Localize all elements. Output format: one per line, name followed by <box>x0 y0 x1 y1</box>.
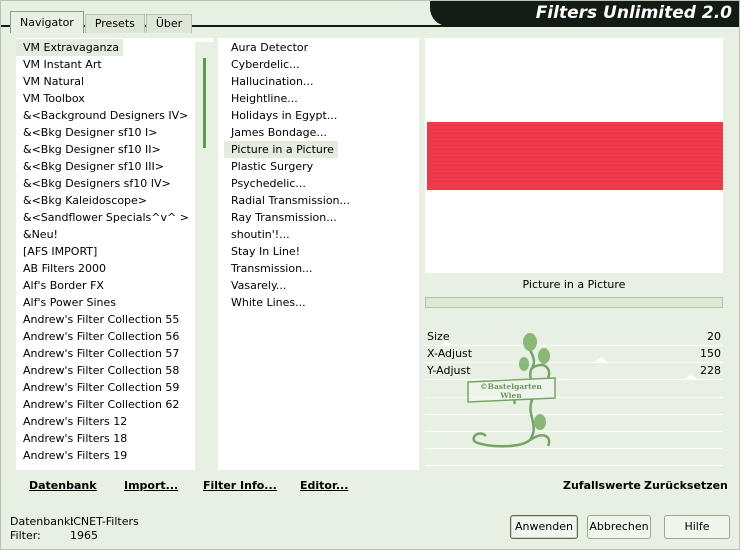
category-list-item[interactable]: VM Extravaganza <box>16 39 124 56</box>
category-list-item[interactable]: Andrew's Filter Collection 57 <box>16 345 213 362</box>
filter-list-item[interactable]: Vasarely... <box>224 277 419 294</box>
category-list-item[interactable]: &<Bkg Designer sf10 I> <box>16 124 213 141</box>
filter-list-item[interactable]: Picture in a Picture <box>224 141 338 158</box>
filter-list-item[interactable]: Plastic Surgery <box>224 158 419 175</box>
param-divider <box>425 465 723 466</box>
preview-image <box>427 122 723 190</box>
bastelgarten-watermark-logo: ©Bastelgarten Wien <box>467 333 556 448</box>
filter-list-item[interactable]: Transmission... <box>224 260 419 277</box>
datenbank-label: Datenbank <box>29 479 97 492</box>
watermark-text: ©Bastelgarten <box>480 382 542 391</box>
category-list-item[interactable]: Andrew's Filter Collection 55 <box>16 311 213 328</box>
category-list-item[interactable]: Andrew's Filter Collection 58 <box>16 362 213 379</box>
category-list-item[interactable]: &<Bkg Designer sf10 III> <box>16 158 213 175</box>
editor-label: Editor... <box>300 479 349 492</box>
category-list-item[interactable]: Andrew's Filters 19 <box>16 447 213 464</box>
category-list-item[interactable]: Andrew's Filters 18 <box>16 430 213 447</box>
category-list-item[interactable]: VM Natural <box>16 73 213 90</box>
zuruecksetzen-button[interactable]: Zurücksetzen <box>644 479 728 492</box>
tab-uber[interactable]: Über <box>145 14 193 33</box>
datenbank-button[interactable]: Datenbank <box>29 479 97 492</box>
preview-panel <box>425 38 723 273</box>
category-list-item[interactable]: Alf's Power Sines <box>16 294 213 311</box>
editor-button[interactable]: Editor... <box>300 479 348 492</box>
status-value: 1965 <box>70 529 98 542</box>
category-list-item[interactable]: VM Toolbox <box>16 90 213 107</box>
abbrechen-button[interactable]: Abbrechen <box>587 515 651 539</box>
filter-list-panel[interactable]: Aura Detector Cyberdelic... Hallucination.… <box>218 38 419 470</box>
category-list-item[interactable]: AB Filters 2000 <box>16 260 213 277</box>
category-list-item[interactable]: [AFS IMPORT] <box>16 243 213 260</box>
category-list-item[interactable]: VM Instant Art <box>16 56 213 73</box>
filter-list-item[interactable]: Cyberdelic... <box>224 56 419 73</box>
status-area: Datenbank:ICNET-Filters Filter: 1965 <box>10 515 139 543</box>
category-list-item[interactable]: &<Background Designers IV> <box>16 107 213 124</box>
filter-list-item[interactable]: Ray Transmission... <box>224 209 419 226</box>
status-value: ICNET-Filters <box>70 515 139 528</box>
filter-list-item[interactable]: White Lines... <box>224 294 419 311</box>
filter-list-item[interactable]: James Bondage... <box>224 124 419 141</box>
category-list-item[interactable]: &<Sandflower Specials^v^ > <box>16 209 213 226</box>
app-title: Filters Unlimited 2.0 <box>535 3 732 23</box>
import-label: Import... <box>124 479 179 492</box>
filter-list-item[interactable]: Psychedelic... <box>224 175 419 192</box>
zufallswerte-button[interactable]: Zufallswerte <box>563 479 641 492</box>
filter-list[interactable]: Aura Detector Cyberdelic... Hallucination.… <box>218 38 419 311</box>
category-list-item[interactable]: &<Bkg Kaleidoscope> <box>16 192 213 209</box>
category-list-panel[interactable]: VM Extravaganza VM Instant Art VM Natural V… <box>16 38 213 470</box>
progress-bar <box>425 297 723 308</box>
filter-list-item[interactable]: Radial Transmission... <box>224 192 419 209</box>
title-banner: Filters Unlimited 2.0 <box>430 0 740 26</box>
filter-list-item[interactable]: Heightline... <box>224 90 419 107</box>
category-list-item[interactable]: Andrew's Filter Collection 56 <box>16 328 213 345</box>
filter-list-item[interactable]: Aura Detector <box>224 39 419 56</box>
category-list-item[interactable]: Alf's Border FX <box>16 277 213 294</box>
category-list[interactable]: VM Extravaganza VM Instant Art VM Natural V… <box>16 38 213 464</box>
filter-list-item[interactable]: Hallucination... <box>224 73 419 90</box>
watermark-text: Wien <box>499 391 522 400</box>
filter-info-label: Filter Info... <box>203 479 277 492</box>
category-list-item[interactable]: Andrew's Filters 12 <box>16 413 213 430</box>
category-list-item[interactable]: Andrew's Filter Collection 59 <box>16 379 213 396</box>
y-adjust-slider-handle[interactable] <box>684 374 698 380</box>
hilfe-button[interactable]: Hilfe <box>664 515 730 539</box>
category-scrollbar-thumb[interactable] <box>203 58 206 148</box>
selected-filter-name: Picture in a Picture <box>522 278 626 291</box>
filter-info-button[interactable]: Filter Info... <box>203 479 277 492</box>
category-list-item[interactable]: &<Bkg Designers sf10 IV> <box>16 175 213 192</box>
param-value: 150 <box>700 347 721 360</box>
status-label: Datenbank: <box>10 515 75 528</box>
category-list-item[interactable]: &Neu! <box>16 226 213 243</box>
tab-bar: Navigator Presets Über <box>10 11 193 33</box>
param-value: 228 <box>700 364 721 377</box>
tab-presets[interactable]: Presets <box>84 14 145 33</box>
filter-list-item[interactable]: Holidays in Egypt... <box>224 107 419 124</box>
param-value: 20 <box>707 330 721 343</box>
category-list-item[interactable]: Andrew's Filter Collection 62 <box>16 396 213 413</box>
filter-list-item[interactable]: shoutin'!... <box>224 226 419 243</box>
tab-navigator[interactable]: Navigator <box>10 11 84 33</box>
status-label: Filter: <box>10 529 41 542</box>
anwenden-button[interactable]: Anwenden <box>510 515 578 539</box>
import-button[interactable]: Import... <box>124 479 178 492</box>
category-list-item[interactable]: &<Bkg Designer sf10 II> <box>16 141 213 158</box>
filter-list-item[interactable]: Stay In Line! <box>224 243 419 260</box>
